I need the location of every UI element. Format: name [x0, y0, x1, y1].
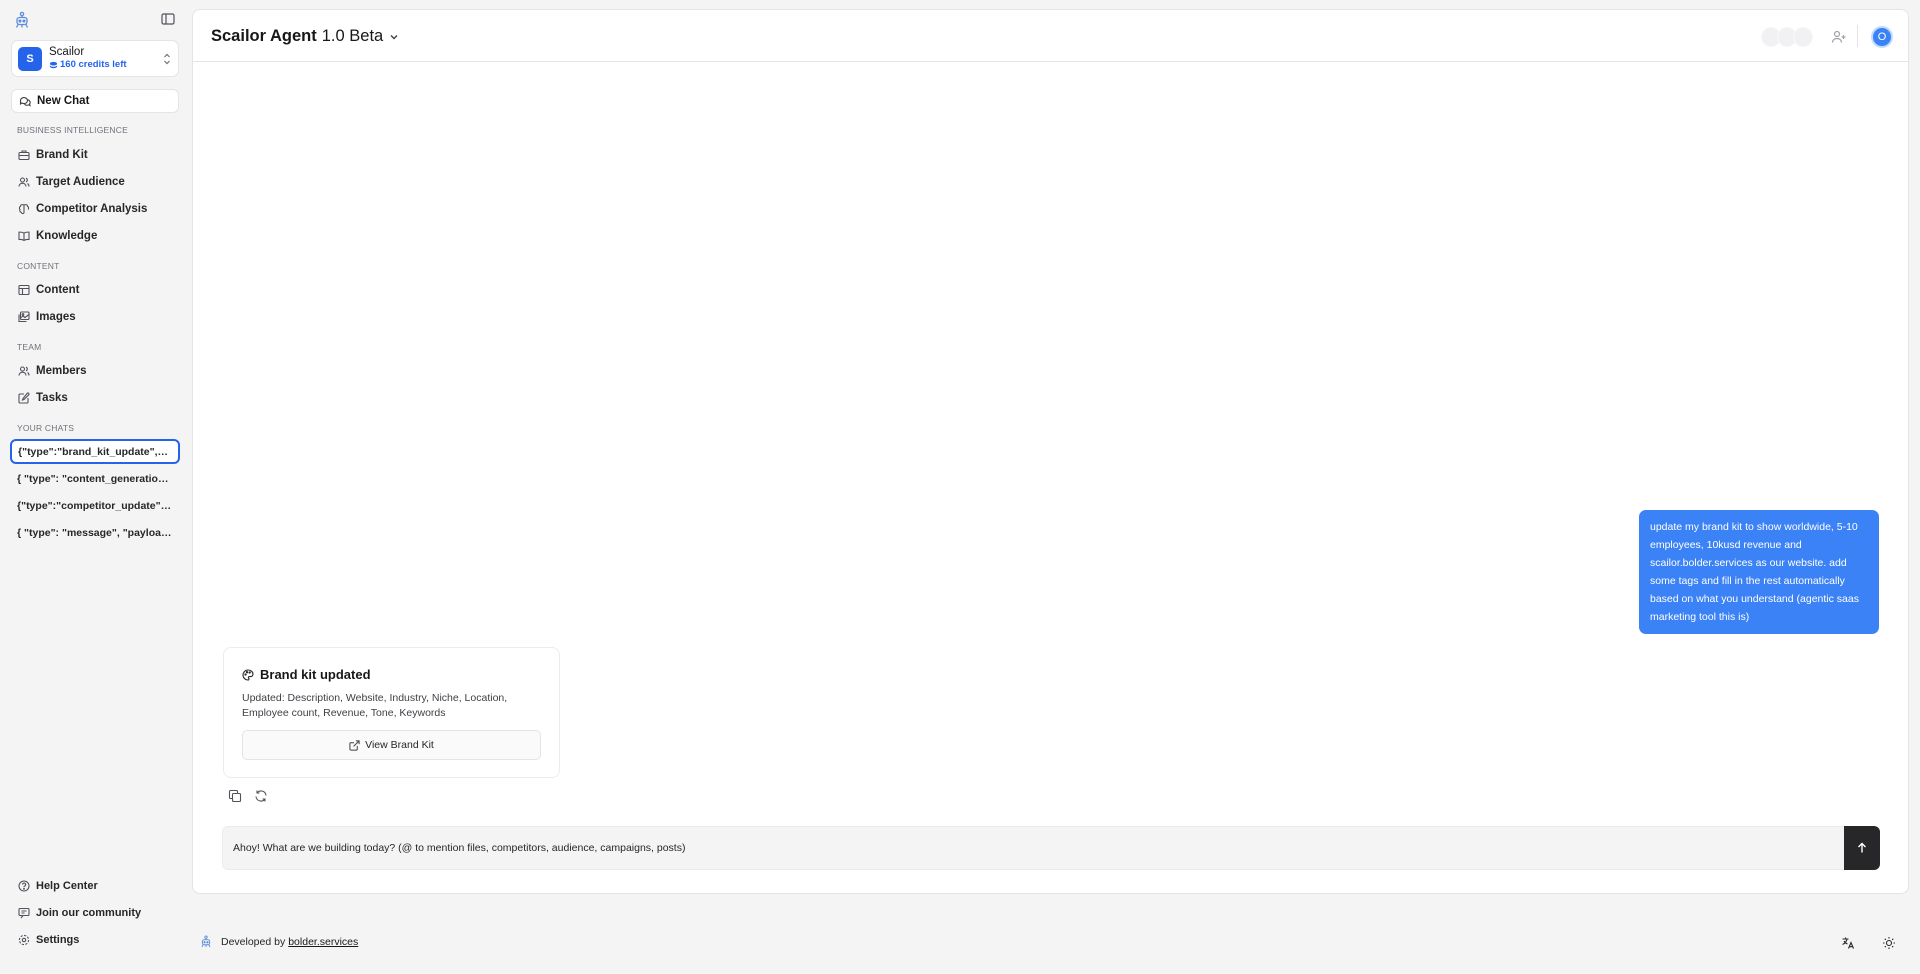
- chat-header: Scailor Agent 1.0 Beta O: [193, 10, 1908, 62]
- scailor-logo-icon[interactable]: [14, 11, 30, 29]
- join-community-link[interactable]: Join our community: [11, 902, 179, 924]
- sidebar-item-tasks[interactable]: Tasks: [11, 387, 179, 409]
- sun-icon[interactable]: [1882, 936, 1896, 950]
- users-icon: [18, 366, 30, 376]
- sidebar-item-label: Competitor Analysis: [36, 203, 148, 215]
- chat-item-active[interactable]: {"type":"brand_kit_update","payload":{: [10, 439, 180, 464]
- chat-item[interactable]: { "type": "message", "payload": { "text": [10, 520, 180, 545]
- coins-icon: [49, 61, 58, 68]
- presence-avatar: [1793, 27, 1813, 47]
- view-brand-kit-button[interactable]: View Brand Kit: [242, 730, 541, 760]
- brand-kit-update-card: Brand kit updated Updated: Description, …: [223, 647, 560, 778]
- sidebar-item-members[interactable]: Members: [11, 360, 179, 382]
- chat-item-label: {"type":"brand_kit_update","payload":{: [18, 445, 172, 458]
- app-footer: Developed by bolder.services: [200, 935, 358, 948]
- section-business-intelligence: BUSINESS INTELLIGENCE: [17, 125, 128, 135]
- sidebar-item-competitor-analysis[interactable]: Competitor Analysis: [11, 198, 179, 220]
- sidebar-item-knowledge[interactable]: Knowledge: [11, 225, 179, 247]
- sidebar-item-label: Images: [36, 311, 76, 323]
- section-team: TEAM: [17, 342, 42, 352]
- sidebar-item-label: Brand Kit: [36, 149, 88, 161]
- sidebar-item-label: Target Audience: [36, 176, 125, 188]
- header-divider: [1857, 25, 1858, 47]
- help-center-link[interactable]: Help Center: [11, 875, 179, 897]
- regenerate-icon[interactable]: [254, 789, 268, 803]
- user-plus-icon[interactable]: [1831, 29, 1847, 45]
- chevrons-up-down-icon: [162, 52, 172, 66]
- workspace-avatar: S: [18, 46, 42, 71]
- chevron-down-icon: [390, 34, 398, 39]
- sidebar-item-brand-kit[interactable]: Brand Kit: [11, 144, 179, 166]
- new-chat-label: New Chat: [37, 95, 90, 107]
- bolder-services-link[interactable]: bolder.services: [288, 936, 358, 948]
- user-message-bubble: update my brand kit to show worldwide, 5…: [1639, 510, 1879, 634]
- translate-icon[interactable]: [1841, 936, 1855, 950]
- sidebar-item-label: Members: [36, 365, 87, 377]
- help-circle-icon: [18, 880, 30, 892]
- chat-panel: Scailor Agent 1.0 Beta O update my brand…: [192, 9, 1909, 894]
- section-your-chats: YOUR CHATS: [17, 423, 75, 433]
- arrow-up-icon: [1858, 842, 1866, 853]
- scailor-small-logo-icon: [201, 935, 211, 948]
- agent-version: 1.0 Beta: [321, 27, 384, 45]
- help-center-label: Help Center: [36, 880, 98, 892]
- agent-selector[interactable]: Scailor Agent 1.0 Beta: [211, 27, 400, 46]
- view-brand-kit-label: View Brand Kit: [365, 739, 434, 751]
- book-open-icon: [18, 231, 30, 242]
- sidebar-item-label: Knowledge: [36, 230, 98, 242]
- sidebar-item-content[interactable]: Content: [11, 279, 179, 301]
- external-link-icon: [349, 739, 360, 751]
- sidebar-item-images[interactable]: Images: [11, 306, 179, 328]
- credits-badge: 160 credits left: [49, 59, 162, 71]
- sidebar-item-label: Content: [36, 284, 80, 296]
- send-button[interactable]: [1844, 826, 1880, 870]
- presence-avatars: [1761, 27, 1813, 47]
- sidebar: S Scailor 160 credits left New Chat BUSI…: [0, 0, 190, 974]
- sidebar-item-label: Tasks: [36, 392, 68, 404]
- edit-square-icon: [18, 392, 30, 404]
- new-chat-button[interactable]: New Chat: [11, 89, 179, 113]
- gear-icon: [18, 934, 30, 946]
- chat-item[interactable]: {"type":"competitor_update","payload":{: [10, 493, 180, 518]
- briefcase-icon: [18, 150, 30, 161]
- developed-by-text: Developed by: [221, 935, 286, 948]
- agent-title: Scailor Agent: [211, 27, 317, 45]
- sidebar-toggle-icon[interactable]: [161, 12, 175, 26]
- settings-label: Settings: [36, 934, 80, 946]
- workspace-name: Scailor: [49, 46, 85, 58]
- chat-item-label: { "type": "message", "payload": { "text": [17, 526, 173, 539]
- message-input[interactable]: [223, 827, 1841, 869]
- users-icon: [18, 177, 30, 187]
- message-square-icon: [18, 907, 30, 919]
- join-community-label: Join our community: [36, 907, 142, 919]
- user-avatar[interactable]: O: [1871, 26, 1893, 48]
- credits-text: 160 credits left: [60, 59, 127, 70]
- layout-icon: [18, 284, 30, 296]
- chat-item[interactable]: { "type": "content_generation", "payload…: [10, 466, 180, 491]
- card-description: Updated: Description, Website, Industry,…: [242, 692, 508, 719]
- section-content: CONTENT: [17, 261, 60, 271]
- sidebar-item-target-audience[interactable]: Target Audience: [11, 171, 179, 193]
- chat-bubbles-icon: [19, 97, 31, 107]
- palette-icon: [242, 668, 254, 681]
- workspace-switcher[interactable]: S Scailor 160 credits left: [11, 40, 179, 77]
- chat-item-label: { "type": "content_generation", "payload…: [17, 472, 173, 485]
- copy-icon[interactable]: [228, 789, 242, 803]
- card-title: Brand kit updated: [260, 667, 371, 682]
- settings-link[interactable]: Settings: [11, 929, 179, 951]
- images-icon: [18, 311, 30, 323]
- brain-icon: [18, 203, 30, 215]
- message-composer: [222, 826, 1880, 870]
- chat-item-label: {"type":"competitor_update","payload":{: [17, 499, 173, 512]
